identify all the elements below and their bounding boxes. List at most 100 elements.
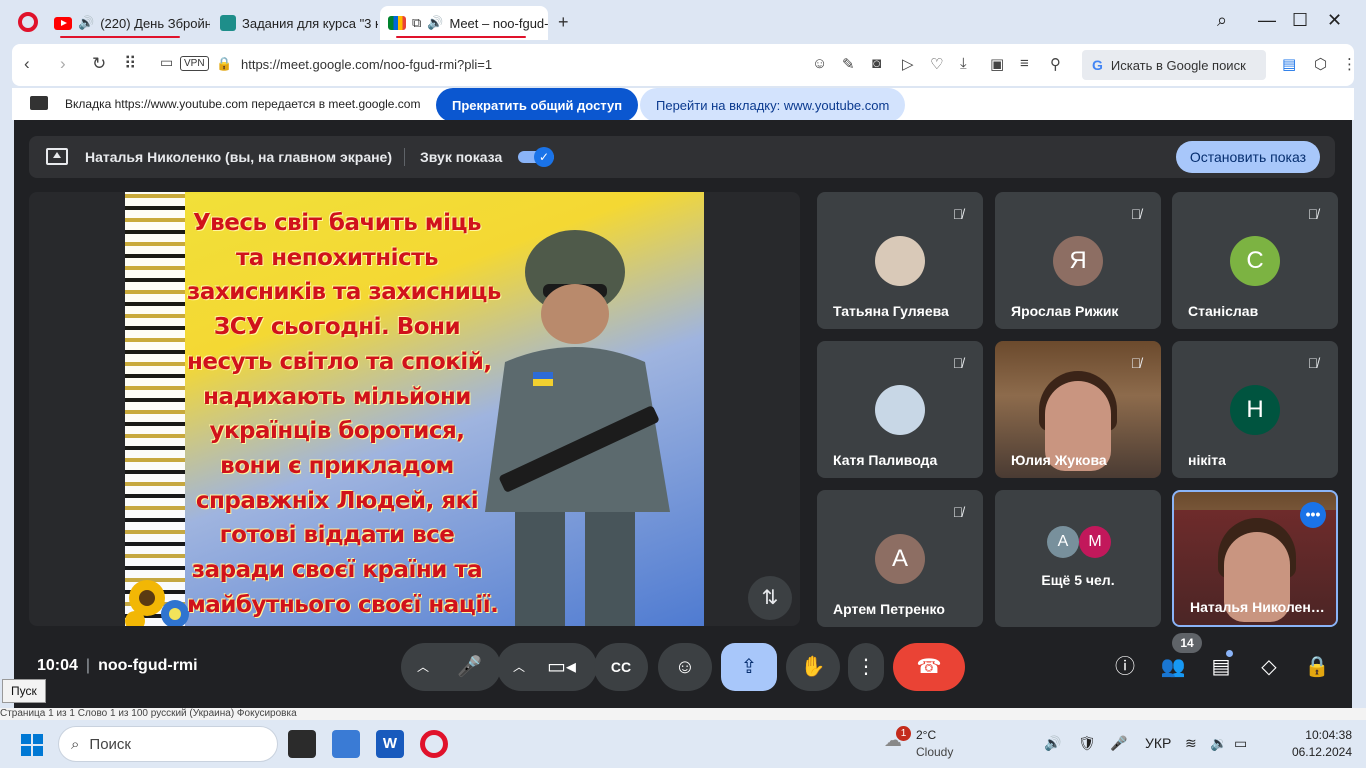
edit-icon[interactable]: ✎: [842, 55, 855, 73]
tab-classroom[interactable]: Задания для курса "3 кла: [212, 6, 378, 40]
maximize-icon[interactable]: ☐: [1292, 10, 1308, 31]
opera-taskbar-icon[interactable]: [420, 730, 448, 758]
taskbar-search[interactable]: ⌕ Поиск: [58, 726, 278, 762]
audio-options-icon[interactable]: ︿: [417, 643, 429, 691]
new-tab-button[interactable]: +: [558, 12, 569, 33]
profile-icon[interactable]: ⚲: [1050, 55, 1061, 73]
sidebar-icon[interactable]: ▤: [1282, 55, 1296, 73]
url-field[interactable]: https://meet.google.com/noo-fgud-rmi?pli…: [241, 57, 492, 72]
leave-call-button[interactable]: ☎: [893, 643, 965, 691]
defender-icon[interactable]: 🛡: [1078, 735, 1096, 752]
mic-control-group: ︿ 🎤: [401, 643, 501, 691]
meet-window: Наталья Николенко (вы, на главном экране…: [14, 120, 1352, 708]
participant-video-tile[interactable]: 🎙̸ Юлия Жукова: [995, 341, 1161, 478]
chat-icon[interactable]: ▤: [1208, 654, 1234, 680]
heart-icon[interactable]: ♡: [930, 55, 943, 73]
task-view-icon[interactable]: [288, 730, 316, 758]
stop-presenting-button[interactable]: Остановить показ: [1175, 141, 1320, 173]
video-options-icon[interactable]: ︿: [513, 643, 525, 691]
battery-icon[interactable]: ▭: [1234, 735, 1247, 752]
vpn-badge[interactable]: VPN: [180, 56, 209, 71]
raise-hand-button[interactable]: ✋: [786, 643, 840, 691]
google-search-label: Искать в Google поиск: [1110, 57, 1246, 73]
emoji-icon[interactable]: ☺: [812, 55, 827, 72]
participant-name: Юлия Жукова: [1011, 452, 1107, 468]
reload-icon[interactable]: ↻: [92, 54, 106, 74]
speaker-icon[interactable]: 🔉: [1210, 735, 1227, 752]
more-icon[interactable]: ⋮: [1342, 55, 1357, 73]
main-stage: Увесь світ бачить міць та непохитність з…: [29, 192, 800, 626]
reactions-button[interactable]: ☺: [658, 643, 712, 691]
opera-menu-icon[interactable]: [18, 12, 38, 32]
more-options-icon[interactable]: •••: [1300, 502, 1326, 528]
mic-off-icon: 🎙̸: [1307, 355, 1319, 371]
people-count-badge: 14: [1172, 633, 1202, 653]
participant-name: нікіта: [1188, 452, 1226, 468]
background-window-status: Страница 1 из 1 Слово 1 из 100 русский (…: [0, 708, 1366, 720]
tab-meet[interactable]: ⧉ 🔊 Meet – noo-fgud-r: [380, 6, 548, 40]
microphone-tray-icon[interactable]: 🎤: [1110, 735, 1127, 752]
clock-date[interactable]: 06.12.2024: [1280, 745, 1352, 759]
present-button[interactable]: ⇪: [721, 643, 777, 691]
search-tabs-icon[interactable]: ⌕: [1217, 10, 1227, 31]
back-icon[interactable]: ‹: [24, 54, 30, 74]
participant-tile[interactable]: 🎙̸ Татьяна Гуляева: [817, 192, 983, 329]
share-info-bar: Вкладка https://www.youtube.com передает…: [12, 88, 1354, 122]
stop-sharing-button[interactable]: Прекратить общий доступ: [436, 88, 639, 122]
share-tab-icon: ⧉: [412, 15, 422, 30]
speed-dial-icon[interactable]: ⠿: [124, 54, 136, 74]
captions-icon: CC: [610, 659, 632, 675]
participant-tile[interactable]: 🎙̸ Катя Паливода: [817, 341, 983, 478]
forward-icon[interactable]: ›: [60, 54, 66, 74]
swap-layout-button[interactable]: ⇅: [748, 576, 792, 620]
camera-icon[interactable]: ▭◂: [547, 643, 576, 691]
emoji-icon: ☺: [674, 656, 696, 678]
share-sound-toggle[interactable]: ✓: [518, 147, 554, 167]
minimize-icon[interactable]: —: [1258, 10, 1276, 31]
camera-icon[interactable]: ◙: [872, 55, 881, 72]
clock-time[interactable]: 10:04:38: [1280, 728, 1352, 742]
phone-hangup-icon: ☎: [916, 656, 942, 678]
store-icon[interactable]: [332, 730, 360, 758]
lock-icon[interactable]: 🔒: [216, 56, 232, 72]
participant-photo: [875, 385, 925, 435]
more-options-button[interactable]: ⋮: [848, 643, 884, 691]
share-sound-label: Звук показа: [420, 149, 503, 165]
extensions-icon[interactable]: ⬡: [1314, 55, 1327, 73]
info-icon[interactable]: ⓘ: [1112, 654, 1138, 680]
settings-icon[interactable]: ≡: [1020, 55, 1029, 72]
more-participants-tile[interactable]: А М Ещё 5 чел.: [995, 490, 1161, 627]
word-icon[interactable]: W: [376, 730, 404, 758]
captions-button[interactable]: CC: [594, 643, 648, 691]
participant-tile[interactable]: 🎙̸ Н нікіта: [1172, 341, 1338, 478]
more-avatars: А М: [1047, 526, 1117, 558]
tab-youtube[interactable]: 🔊 (220) День Збройних: [46, 6, 210, 40]
tab-audio-indicator: [60, 36, 180, 38]
participant-tile[interactable]: 🎙̸ Я Ярослав Рижик: [995, 192, 1161, 329]
activities-icon[interactable]: ◇: [1256, 654, 1282, 680]
present-icon: ⇪: [740, 656, 758, 678]
presenting-bar: Наталья Николенко (вы, на главном экране…: [29, 136, 1335, 178]
host-controls-icon[interactable]: 🔒: [1304, 654, 1330, 680]
snapshot-icon[interactable]: ▭: [160, 54, 173, 71]
volume-icon[interactable]: 🔊: [1044, 735, 1061, 752]
microphone-icon[interactable]: 🎤: [457, 643, 482, 691]
send-icon[interactable]: ▷: [902, 55, 914, 73]
player-icon[interactable]: ▣: [990, 55, 1004, 73]
search-icon: ⌕: [71, 735, 80, 753]
people-icon[interactable]: 👥: [1160, 654, 1186, 680]
speaker-icon: 🔊: [78, 15, 95, 30]
self-video-tile[interactable]: ••• Наталья Николен…: [1172, 490, 1338, 627]
mic-off-icon: 🎙̸: [1130, 355, 1142, 371]
download-icon[interactable]: ⤓: [960, 55, 967, 72]
close-icon[interactable]: ✕: [1327, 10, 1342, 31]
tab-title: Задания для курса "3 кла: [242, 15, 378, 31]
participant-tile[interactable]: 🎙̸ С Станіслав: [1172, 192, 1338, 329]
participant-tile[interactable]: 🎙̸ А Артем Петренко: [817, 490, 983, 627]
go-to-tab-button[interactable]: Перейти на вкладку: www.youtube.com: [640, 88, 906, 122]
language-indicator[interactable]: УКР: [1145, 735, 1171, 751]
windows-start-icon[interactable]: [21, 734, 43, 756]
google-search-button[interactable]: G Искать в Google поиск: [1082, 50, 1266, 80]
screen-share-icon: [30, 96, 48, 110]
wifi-icon[interactable]: ≋: [1185, 735, 1197, 752]
